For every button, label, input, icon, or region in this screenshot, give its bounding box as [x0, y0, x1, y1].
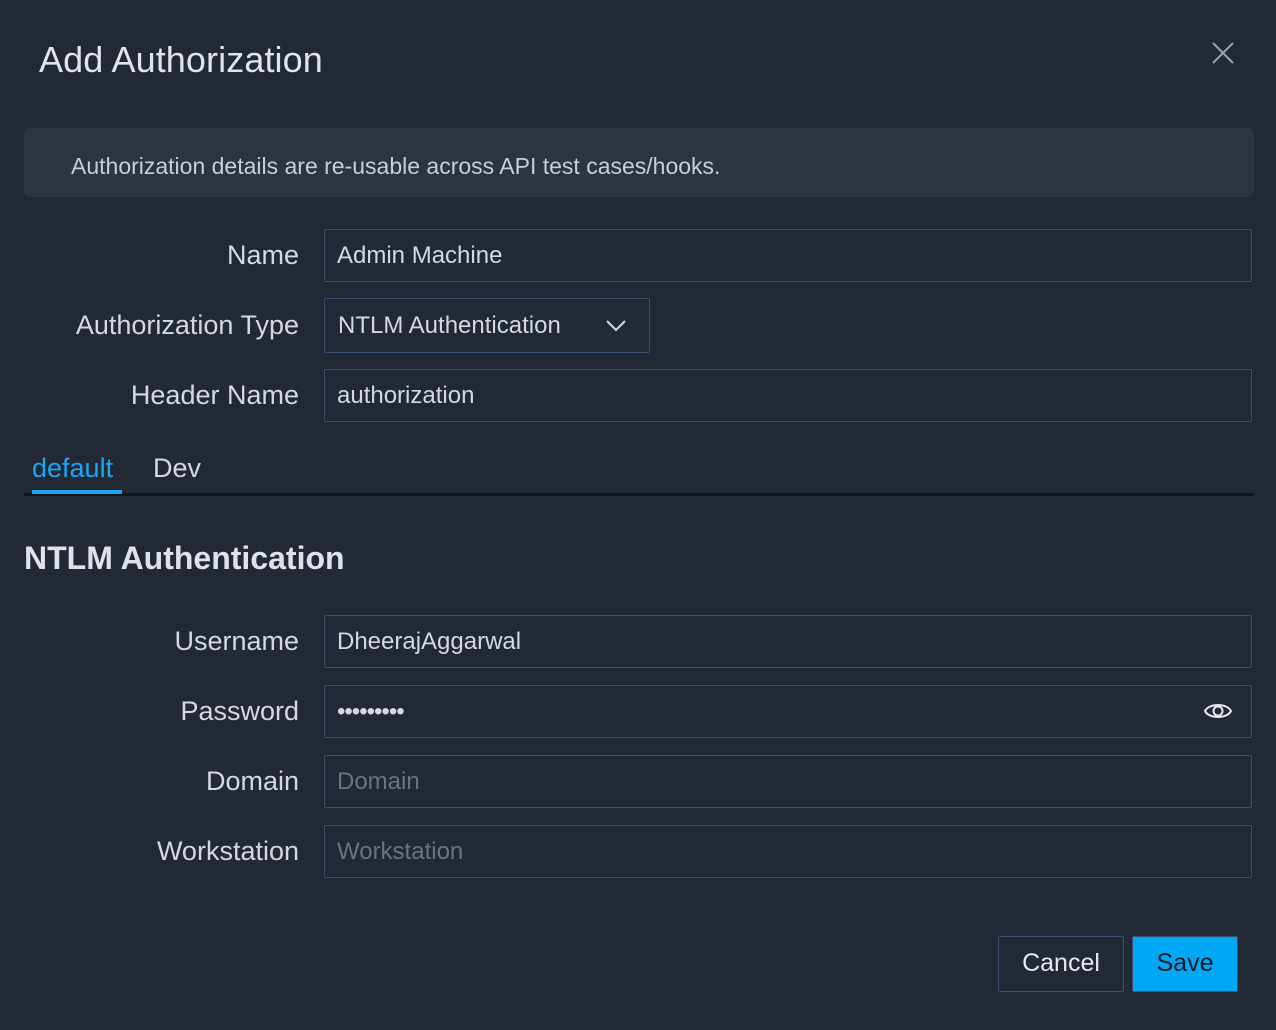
password-label: Password [180, 696, 299, 726]
name-input-box[interactable] [324, 229, 1252, 282]
chevron-down-icon [604, 316, 628, 336]
close-icon[interactable] [1208, 38, 1238, 68]
name-input[interactable] [337, 230, 1197, 281]
header-name-input-box[interactable] [324, 369, 1252, 422]
workstation-input-box[interactable] [324, 825, 1252, 878]
header-name-input[interactable] [337, 370, 1197, 421]
username-label: Username [174, 626, 299, 656]
add-authorization-dialog: Add Authorization Authorization details … [0, 0, 1276, 1030]
tab-default[interactable]: default [32, 451, 113, 485]
workstation-input[interactable] [337, 826, 1197, 877]
tab-dev[interactable]: Dev [153, 451, 201, 485]
info-text: Authorization details are re-usable acro… [71, 153, 721, 179]
name-label: Name [226, 240, 299, 270]
password-input-box[interactable] [324, 685, 1252, 738]
username-input[interactable] [337, 616, 1197, 667]
active-tab-indicator [32, 490, 122, 494]
eye-icon[interactable] [1203, 698, 1233, 724]
section-title: NTLM Authentication [24, 540, 345, 576]
domain-label: Domain [205, 766, 299, 796]
save-button[interactable]: Save [1132, 936, 1238, 992]
authorization-type-value: NTLM Authentication [338, 312, 561, 339]
domain-input[interactable] [337, 756, 1197, 807]
info-banner: Authorization details are re-usable acro… [24, 128, 1254, 197]
authorization-type-label: Authorization Type [75, 310, 299, 340]
header-name-label: Header Name [130, 380, 299, 410]
environment-tabs: default Dev [24, 445, 1254, 496]
domain-input-box[interactable] [324, 755, 1252, 808]
username-input-box[interactable] [324, 615, 1252, 668]
dialog-title: Add Authorization [39, 39, 323, 80]
workstation-label: Workstation [156, 836, 299, 866]
authorization-type-select[interactable]: NTLM Authentication [324, 298, 650, 353]
cancel-button[interactable]: Cancel [998, 936, 1124, 992]
password-input[interactable] [337, 686, 1197, 737]
